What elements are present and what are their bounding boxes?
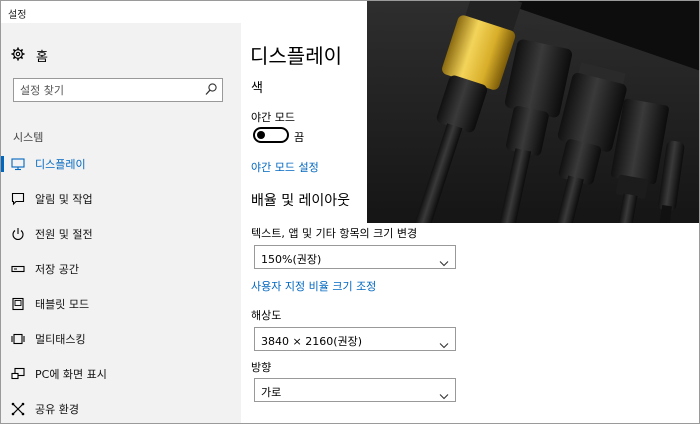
chevron-down-icon bbox=[439, 253, 449, 267]
sidebar-item-display[interactable]: 디스플레이 bbox=[1, 147, 241, 181]
sidebar-item-label: 저장 공간 bbox=[35, 263, 79, 276]
resolution-value: 3840 × 2160(권장) bbox=[261, 335, 363, 348]
window-title: 설정 bbox=[8, 10, 27, 21]
sidebar-item-notifications[interactable]: 알림 및 작업 bbox=[1, 182, 241, 216]
night-mode-state: 끔 bbox=[294, 131, 305, 144]
sidebar-item-label: 알림 및 작업 bbox=[35, 193, 93, 206]
resolution-label: 해상도 bbox=[251, 309, 282, 322]
home-label: 홈 bbox=[36, 49, 48, 65]
night-mode-toggle[interactable] bbox=[253, 127, 289, 143]
scale-value: 150%(권장) bbox=[261, 253, 322, 266]
monitor-icon bbox=[10, 156, 26, 172]
settings-window: 설정 홈 설정 찾기 시스템 디스플레이 알림 및 작업 전원 및 절전 저장 … bbox=[0, 0, 700, 424]
chevron-down-icon bbox=[439, 386, 449, 400]
sidebar-item-project-to-pc[interactable]: PC에 화면 표시 bbox=[1, 357, 241, 391]
power-icon bbox=[10, 226, 26, 242]
scale-label: 텍스트, 앱 및 기타 항목의 크기 변경 bbox=[251, 227, 418, 240]
scale-layout-heading: 배율 및 레이아웃 bbox=[251, 193, 351, 209]
home-link[interactable]: 홈 bbox=[11, 45, 48, 65]
sidebar-item-multitasking[interactable]: 멀티태스킹 bbox=[1, 322, 241, 356]
orientation-value: 가로 bbox=[261, 386, 282, 399]
sidebar-item-label: 전원 및 절전 bbox=[35, 228, 93, 241]
sidebar-item-label: PC에 화면 표시 bbox=[35, 368, 107, 381]
shared-experiences-icon bbox=[10, 401, 26, 417]
night-mode-settings-link[interactable]: 야간 모드 설정 bbox=[251, 159, 319, 175]
orientation-dropdown[interactable]: 가로 bbox=[254, 378, 456, 402]
sidebar-item-tablet-mode[interactable]: 태블릿 모드 bbox=[1, 287, 241, 321]
sidebar-item-label: 태블릿 모드 bbox=[35, 298, 90, 311]
chevron-down-icon bbox=[439, 335, 449, 349]
page-title: 디스플레이 bbox=[250, 44, 342, 68]
storage-icon bbox=[10, 261, 26, 277]
display-cables-photo bbox=[367, 1, 699, 223]
gear-icon bbox=[11, 46, 25, 65]
sidebar-item-label: 공유 환경 bbox=[35, 403, 79, 416]
sidebar: 홈 시스템 디스플레이 알림 및 작업 bbox=[1, 23, 241, 423]
sidebar-item-power[interactable]: 전원 및 절전 bbox=[1, 217, 241, 251]
sidebar-item-storage[interactable]: 저장 공간 bbox=[1, 252, 241, 286]
color-heading: 색 bbox=[251, 81, 263, 96]
orientation-label: 방향 bbox=[251, 361, 272, 374]
search-icon[interactable] bbox=[204, 82, 218, 98]
notification-icon bbox=[10, 191, 26, 207]
search-box[interactable] bbox=[13, 78, 223, 102]
multitasking-icon bbox=[10, 331, 26, 347]
night-mode-label: 야간 모드 bbox=[251, 111, 295, 124]
section-label-system: 시스템 bbox=[13, 131, 44, 144]
sidebar-item-label: 디스플레이 bbox=[35, 158, 86, 171]
search-input[interactable] bbox=[14, 79, 199, 101]
sidebar-item-label: 멀티태스킹 bbox=[35, 333, 86, 346]
custom-scaling-link[interactable]: 사용자 지정 비율 크기 조정 bbox=[251, 278, 376, 294]
toggle-knob bbox=[257, 131, 265, 139]
resolution-dropdown[interactable]: 3840 × 2160(권장) bbox=[254, 327, 456, 351]
scale-dropdown[interactable]: 150%(권장) bbox=[254, 245, 456, 269]
sidebar-item-shared-experiences[interactable]: 공유 환경 bbox=[1, 392, 241, 423]
project-icon bbox=[10, 366, 26, 382]
tablet-icon bbox=[10, 296, 26, 312]
